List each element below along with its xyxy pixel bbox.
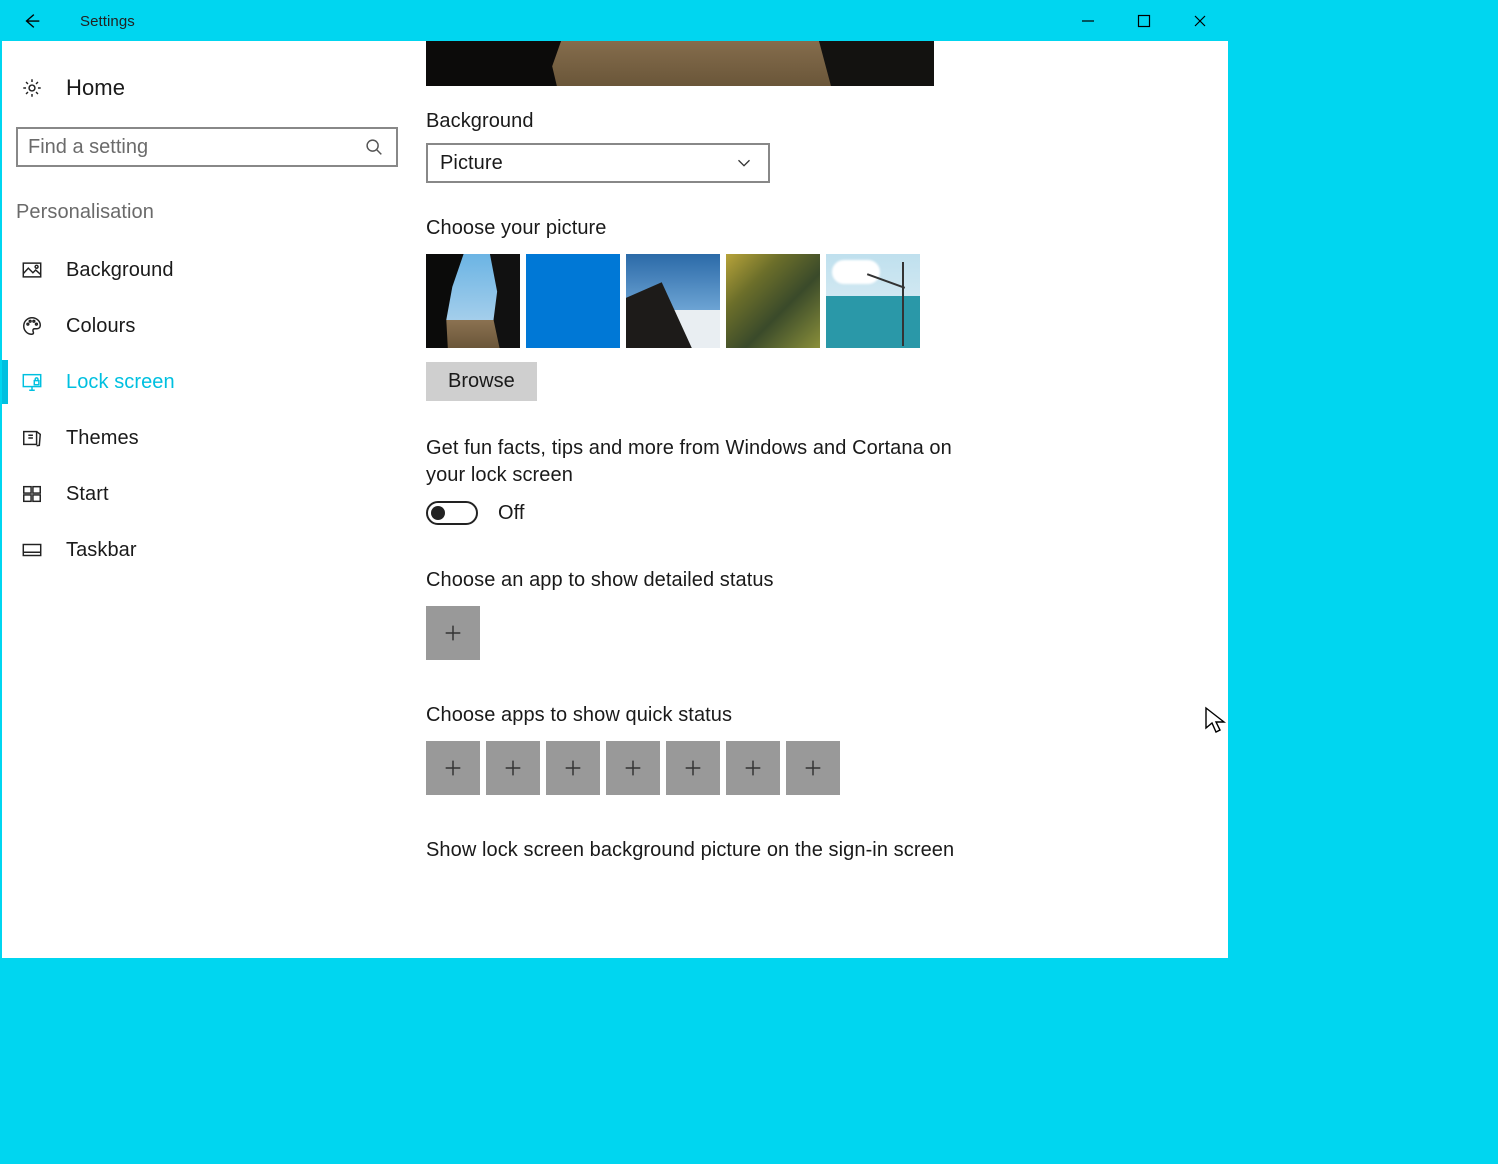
browse-button[interactable]: Browse — [426, 362, 537, 401]
sidebar-item-label: Taskbar — [66, 539, 137, 562]
background-label: Background — [426, 110, 1214, 133]
minimize-icon — [1081, 14, 1095, 28]
detailed-status-add[interactable] — [426, 606, 480, 660]
fun-facts-label: Get fun facts, tips and more from Window… — [426, 435, 966, 489]
quick-status-add-6[interactable] — [726, 741, 780, 795]
section-label: Personalisation — [2, 177, 412, 232]
sidebar-item-colours[interactable]: Colours — [2, 298, 412, 354]
sidebar-item-themes[interactable]: Themes — [2, 410, 412, 466]
gear-icon — [20, 76, 44, 100]
home-label: Home — [66, 75, 125, 101]
sidebar-item-background[interactable]: Background — [2, 242, 412, 298]
plus-icon — [742, 757, 764, 779]
dropdown-value: Picture — [440, 152, 503, 175]
nav: Background Colours — [2, 232, 412, 578]
search-input[interactable] — [16, 127, 398, 167]
quick-status-add-5[interactable] — [666, 741, 720, 795]
signin-picture-label: Show lock screen background picture on t… — [426, 839, 1214, 862]
themes-icon — [20, 426, 44, 450]
sidebar-item-label: Lock screen — [66, 371, 175, 394]
content-scroll[interactable]: 08:46 Monday 8 August Background Picture… — [412, 41, 1214, 958]
sidebar-item-label: Colours — [66, 315, 135, 338]
sidebar-item-label: Themes — [66, 427, 139, 450]
quick-status-add-7[interactable] — [786, 741, 840, 795]
plus-icon — [622, 757, 644, 779]
quick-status-add-1[interactable] — [426, 741, 480, 795]
lock-screen-icon — [20, 370, 44, 394]
chevron-down-icon — [732, 151, 756, 175]
minimize-button[interactable] — [1060, 1, 1116, 41]
maximize-icon — [1137, 14, 1151, 28]
sidebar-item-label: Start — [66, 483, 109, 506]
plus-icon — [442, 622, 464, 644]
detailed-status-label: Choose an app to show detailed status — [426, 569, 1214, 592]
close-button[interactable] — [1172, 1, 1228, 41]
quick-status-add-3[interactable] — [546, 741, 600, 795]
search-icon — [362, 135, 386, 159]
search-field[interactable] — [28, 136, 362, 159]
choose-picture-label: Choose your picture — [426, 217, 1214, 240]
sidebar-item-label: Background — [66, 259, 174, 282]
settings-window: Settings Home — [1, 0, 1229, 959]
sidebar-item-lock-screen[interactable]: Lock screen — [2, 354, 412, 410]
sidebar: Home Personalisation — [2, 41, 412, 958]
background-dropdown[interactable]: Picture — [426, 143, 770, 183]
sidebar-item-taskbar[interactable]: Taskbar — [2, 522, 412, 578]
quick-status-add-4[interactable] — [606, 741, 660, 795]
start-icon — [20, 482, 44, 506]
picture-thumb-3[interactable] — [626, 254, 720, 348]
window-title: Settings — [62, 1, 135, 41]
close-icon — [1193, 14, 1207, 28]
titlebar: Settings — [2, 1, 1228, 41]
plus-icon — [682, 757, 704, 779]
back-button[interactable] — [2, 1, 62, 41]
home-button[interactable]: Home — [2, 65, 412, 111]
picture-thumb-5[interactable] — [826, 254, 920, 348]
sidebar-item-start[interactable]: Start — [2, 466, 412, 522]
plus-icon — [562, 757, 584, 779]
palette-icon — [20, 314, 44, 338]
quick-status-row — [426, 741, 1214, 795]
lock-screen-preview: 08:46 Monday 8 August — [426, 41, 934, 86]
plus-icon — [502, 757, 524, 779]
plus-icon — [802, 757, 824, 779]
maximize-button[interactable] — [1116, 1, 1172, 41]
fun-facts-state: Off — [498, 502, 525, 525]
quick-status-label: Choose apps to show quick status — [426, 704, 1214, 727]
picture-thumb-2[interactable] — [526, 254, 620, 348]
picture-thumb-1[interactable] — [426, 254, 520, 348]
plus-icon — [442, 757, 464, 779]
fun-facts-toggle[interactable] — [426, 501, 478, 525]
picture-thumb-4[interactable] — [726, 254, 820, 348]
back-arrow-icon — [20, 9, 44, 33]
taskbar-icon — [20, 538, 44, 562]
picture-icon — [20, 258, 44, 282]
picture-thumbnails — [426, 254, 1214, 348]
quick-status-add-2[interactable] — [486, 741, 540, 795]
